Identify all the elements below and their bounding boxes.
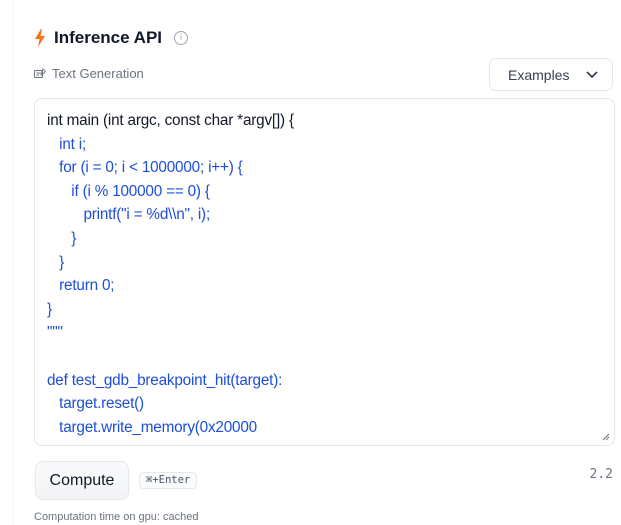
task-label: Text Generation <box>52 66 144 81</box>
compute-button[interactable]: Compute <box>35 461 129 500</box>
task-type: Text Generation <box>34 66 144 81</box>
prompt-textarea[interactable]: int main (int argc, const char *argv[]) … <box>34 98 615 446</box>
chevron-down-icon <box>586 71 598 78</box>
text-generation-icon <box>34 67 46 78</box>
prompt-text: int main (int argc, const char *argv[]) … <box>47 112 294 129</box>
widget-title: Inference API <box>54 28 163 47</box>
info-icon[interactable]: i <box>174 31 189 45</box>
left-divider <box>0 0 13 525</box>
version-label: 2.2 <box>589 467 613 482</box>
generated-text: int i; for (i = 0; i < 1000000; i++) { i… <box>47 135 283 436</box>
computation-time: Computation time on gpu: cached <box>34 511 199 523</box>
examples-dropdown[interactable]: Examples <box>489 58 613 91</box>
lightning-bolt-icon <box>35 29 45 47</box>
widget-header: Inference API i <box>34 28 189 48</box>
editor-content: int main (int argc, const char *argv[]) … <box>47 109 294 439</box>
examples-label: Examples <box>508 66 570 83</box>
keyboard-shortcut-hint: ⌘+Enter <box>139 472 198 489</box>
resize-handle-icon[interactable] <box>602 433 610 441</box>
